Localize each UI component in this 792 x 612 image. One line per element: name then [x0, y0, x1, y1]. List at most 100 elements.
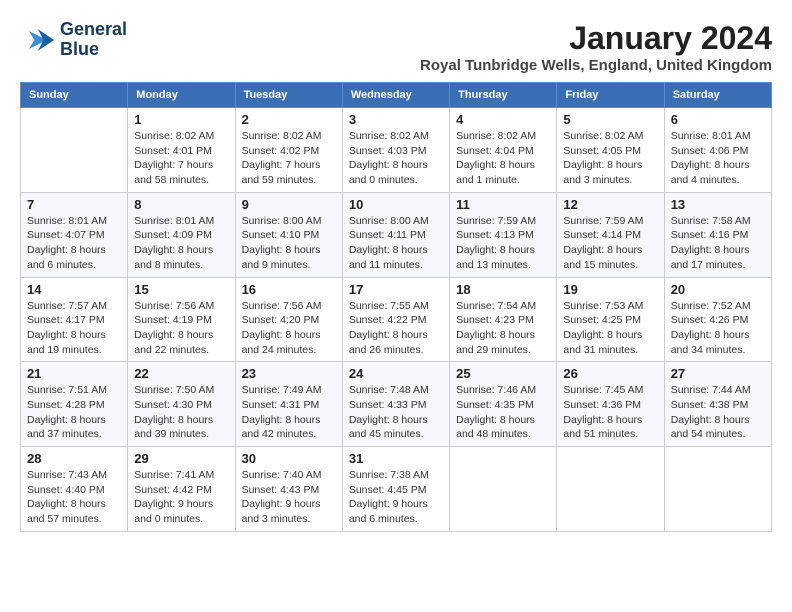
calendar-cell: 1Sunrise: 8:02 AMSunset: 4:01 PMDaylight… — [128, 108, 235, 193]
day-number: 19 — [563, 282, 657, 297]
day-number: 25 — [456, 366, 550, 381]
day-of-week-header: Monday — [128, 83, 235, 108]
day-info: Sunrise: 8:00 AMSunset: 4:10 PMDaylight:… — [242, 214, 336, 273]
calendar-week-row: 28 Sunrise: 7:43 AMSunset: 4:40 PMDayligh… — [21, 447, 772, 532]
day-info: Sunrise: 7:44 AMSunset: 4:38 PMDaylight:… — [671, 383, 765, 442]
day-info: Sunrise: 7:59 AMSunset: 4:13 PMDaylight:… — [456, 214, 550, 273]
day-info: Sunrise: 7:56 AMSunset: 4:20 PMDaylight:… — [242, 299, 336, 358]
day-number: 24 — [349, 366, 443, 381]
calendar-cell: 28 Sunrise: 7:43 AMSunset: 4:40 PMDayligh… — [21, 447, 128, 532]
day-info: Sunrise: 8:01 AMSunset: 4:07 PMDaylight:… — [27, 214, 121, 273]
calendar-cell: 11 Sunrise: 7:59 AMSunset: 4:13 PMDayligh… — [450, 192, 557, 277]
day-number: 22 — [134, 366, 228, 381]
day-info: Sunrise: 7:53 AMSunset: 4:25 PMDaylight:… — [563, 299, 657, 358]
day-number: 2 — [242, 112, 336, 127]
day-number: 20 — [671, 282, 765, 297]
calendar-header-row: SundayMondayTuesdayWednesdayThursdayFrid… — [21, 83, 772, 108]
calendar-cell: 7Sunrise: 8:01 AMSunset: 4:07 PMDaylight… — [21, 192, 128, 277]
calendar-cell: 20 Sunrise: 7:52 AMSunset: 4:26 PMDayligh… — [664, 277, 771, 362]
day-number: 4 — [456, 112, 550, 127]
day-info: Sunrise: 7:46 AMSunset: 4:35 PMDaylight:… — [456, 383, 550, 442]
calendar-cell: 3Sunrise: 8:02 AMSunset: 4:03 PMDaylight… — [342, 108, 449, 193]
calendar-cell: 30 Sunrise: 7:40 AMSunset: 4:43 PMDayligh… — [235, 447, 342, 532]
day-info: Sunrise: 7:40 AMSunset: 4:43 PMDaylight:… — [242, 468, 336, 527]
calendar-cell: 31 Sunrise: 7:38 AMSunset: 4:45 PMDayligh… — [342, 447, 449, 532]
logo-icon — [20, 22, 56, 58]
day-info: Sunrise: 7:58 AMSunset: 4:16 PMDaylight:… — [671, 214, 765, 273]
day-number: 23 — [242, 366, 336, 381]
day-of-week-header: Tuesday — [235, 83, 342, 108]
day-info: Sunrise: 8:02 AMSunset: 4:04 PMDaylight:… — [456, 129, 550, 188]
day-number: 31 — [349, 451, 443, 466]
day-number: 30 — [242, 451, 336, 466]
calendar-cell — [664, 447, 771, 532]
calendar-week-row: 14Sunrise: 7:57 AMSunset: 4:17 PMDayligh… — [21, 277, 772, 362]
calendar-cell: 8 Sunrise: 8:01 AMSunset: 4:09 PMDaylight… — [128, 192, 235, 277]
calendar-cell: 4 Sunrise: 8:02 AMSunset: 4:04 PMDaylight… — [450, 108, 557, 193]
day-info: Sunrise: 7:38 AMSunset: 4:45 PMDaylight:… — [349, 468, 443, 527]
day-number: 29 — [134, 451, 228, 466]
calendar-cell: 10Sunrise: 8:00 AMSunset: 4:11 PMDayligh… — [342, 192, 449, 277]
day-info: Sunrise: 7:49 AMSunset: 4:31 PMDaylight:… — [242, 383, 336, 442]
day-info: Sunrise: 7:52 AMSunset: 4:26 PMDaylight:… — [671, 299, 765, 358]
calendar-cell: 6Sunrise: 8:01 AMSunset: 4:06 PMDaylight… — [664, 108, 771, 193]
title-block: January 2024 Royal Tunbridge Wells, Engl… — [420, 20, 772, 74]
calendar-cell: 14Sunrise: 7:57 AMSunset: 4:17 PMDayligh… — [21, 277, 128, 362]
day-info: Sunrise: 8:02 AMSunset: 4:05 PMDaylight:… — [563, 129, 657, 188]
day-number: 17 — [349, 282, 443, 297]
day-number: 15 — [134, 282, 228, 297]
calendar-cell: 26 Sunrise: 7:45 AMSunset: 4:36 PMDayligh… — [557, 362, 664, 447]
calendar-cell: 13 Sunrise: 7:58 AMSunset: 4:16 PMDayligh… — [664, 192, 771, 277]
calendar-week-row: 21 Sunrise: 7:51 AMSunset: 4:28 PMDayligh… — [21, 362, 772, 447]
day-number: 9 — [242, 197, 336, 212]
day-number: 11 — [456, 197, 550, 212]
day-number: 1 — [134, 112, 228, 127]
day-info: Sunrise: 7:48 AMSunset: 4:33 PMDaylight:… — [349, 383, 443, 442]
calendar-cell: 27Sunrise: 7:44 AMSunset: 4:38 PMDayligh… — [664, 362, 771, 447]
day-of-week-header: Saturday — [664, 83, 771, 108]
day-info: Sunrise: 7:59 AMSunset: 4:14 PMDaylight:… — [563, 214, 657, 273]
calendar-cell: 21 Sunrise: 7:51 AMSunset: 4:28 PMDayligh… — [21, 362, 128, 447]
calendar-cell: 16 Sunrise: 7:56 AMSunset: 4:20 PMDayligh… — [235, 277, 342, 362]
calendar-cell: 19 Sunrise: 7:53 AMSunset: 4:25 PMDayligh… — [557, 277, 664, 362]
day-number: 16 — [242, 282, 336, 297]
day-info: Sunrise: 7:57 AMSunset: 4:17 PMDaylight:… — [27, 299, 121, 358]
day-info: Sunrise: 7:45 AMSunset: 4:36 PMDaylight:… — [563, 383, 657, 442]
calendar-cell: 2 Sunrise: 8:02 AMSunset: 4:02 PMDaylight… — [235, 108, 342, 193]
day-number: 28 — [27, 451, 121, 466]
calendar-cell: 25 Sunrise: 7:46 AMSunset: 4:35 PMDayligh… — [450, 362, 557, 447]
calendar-cell: 17 Sunrise: 7:55 AMSunset: 4:22 PMDayligh… — [342, 277, 449, 362]
day-info: Sunrise: 8:01 AMSunset: 4:06 PMDaylight:… — [671, 129, 765, 188]
day-info: Sunrise: 7:56 AMSunset: 4:19 PMDaylight:… — [134, 299, 228, 358]
day-info: Sunrise: 8:02 AMSunset: 4:03 PMDaylight:… — [349, 129, 443, 188]
day-number: 18 — [456, 282, 550, 297]
day-of-week-header: Thursday — [450, 83, 557, 108]
calendar-cell: 9 Sunrise: 8:00 AMSunset: 4:10 PMDaylight… — [235, 192, 342, 277]
day-info: Sunrise: 7:43 AMSunset: 4:40 PMDaylight:… — [27, 468, 121, 527]
page-header: General Blue January 2024 Royal Tunbridg… — [20, 20, 772, 74]
day-info: Sunrise: 7:55 AMSunset: 4:22 PMDaylight:… — [349, 299, 443, 358]
month-title: January 2024 — [420, 20, 772, 57]
day-info: Sunrise: 8:01 AMSunset: 4:09 PMDaylight:… — [134, 214, 228, 273]
day-number: 12 — [563, 197, 657, 212]
calendar-table: SundayMondayTuesdayWednesdayThursdayFrid… — [20, 82, 772, 532]
logo-text: General Blue — [60, 20, 127, 60]
day-number: 5 — [563, 112, 657, 127]
location: Royal Tunbridge Wells, England, United K… — [420, 57, 772, 74]
day-info: Sunrise: 7:51 AMSunset: 4:28 PMDaylight:… — [27, 383, 121, 442]
calendar-cell: 12 Sunrise: 7:59 AMSunset: 4:14 PMDayligh… — [557, 192, 664, 277]
logo: General Blue — [20, 20, 127, 60]
day-info: Sunrise: 8:02 AMSunset: 4:02 PMDaylight:… — [242, 129, 336, 188]
calendar-cell: 29Sunrise: 7:41 AMSunset: 4:42 PMDayligh… — [128, 447, 235, 532]
day-number: 13 — [671, 197, 765, 212]
day-number: 26 — [563, 366, 657, 381]
calendar-week-row: 1Sunrise: 8:02 AMSunset: 4:01 PMDaylight… — [21, 108, 772, 193]
day-number: 10 — [349, 197, 443, 212]
day-of-week-header: Sunday — [21, 83, 128, 108]
day-number: 21 — [27, 366, 121, 381]
calendar-cell: 23 Sunrise: 7:49 AMSunset: 4:31 PMDayligh… — [235, 362, 342, 447]
calendar-cell — [557, 447, 664, 532]
calendar-cell — [450, 447, 557, 532]
day-number: 8 — [134, 197, 228, 212]
calendar-cell — [21, 108, 128, 193]
